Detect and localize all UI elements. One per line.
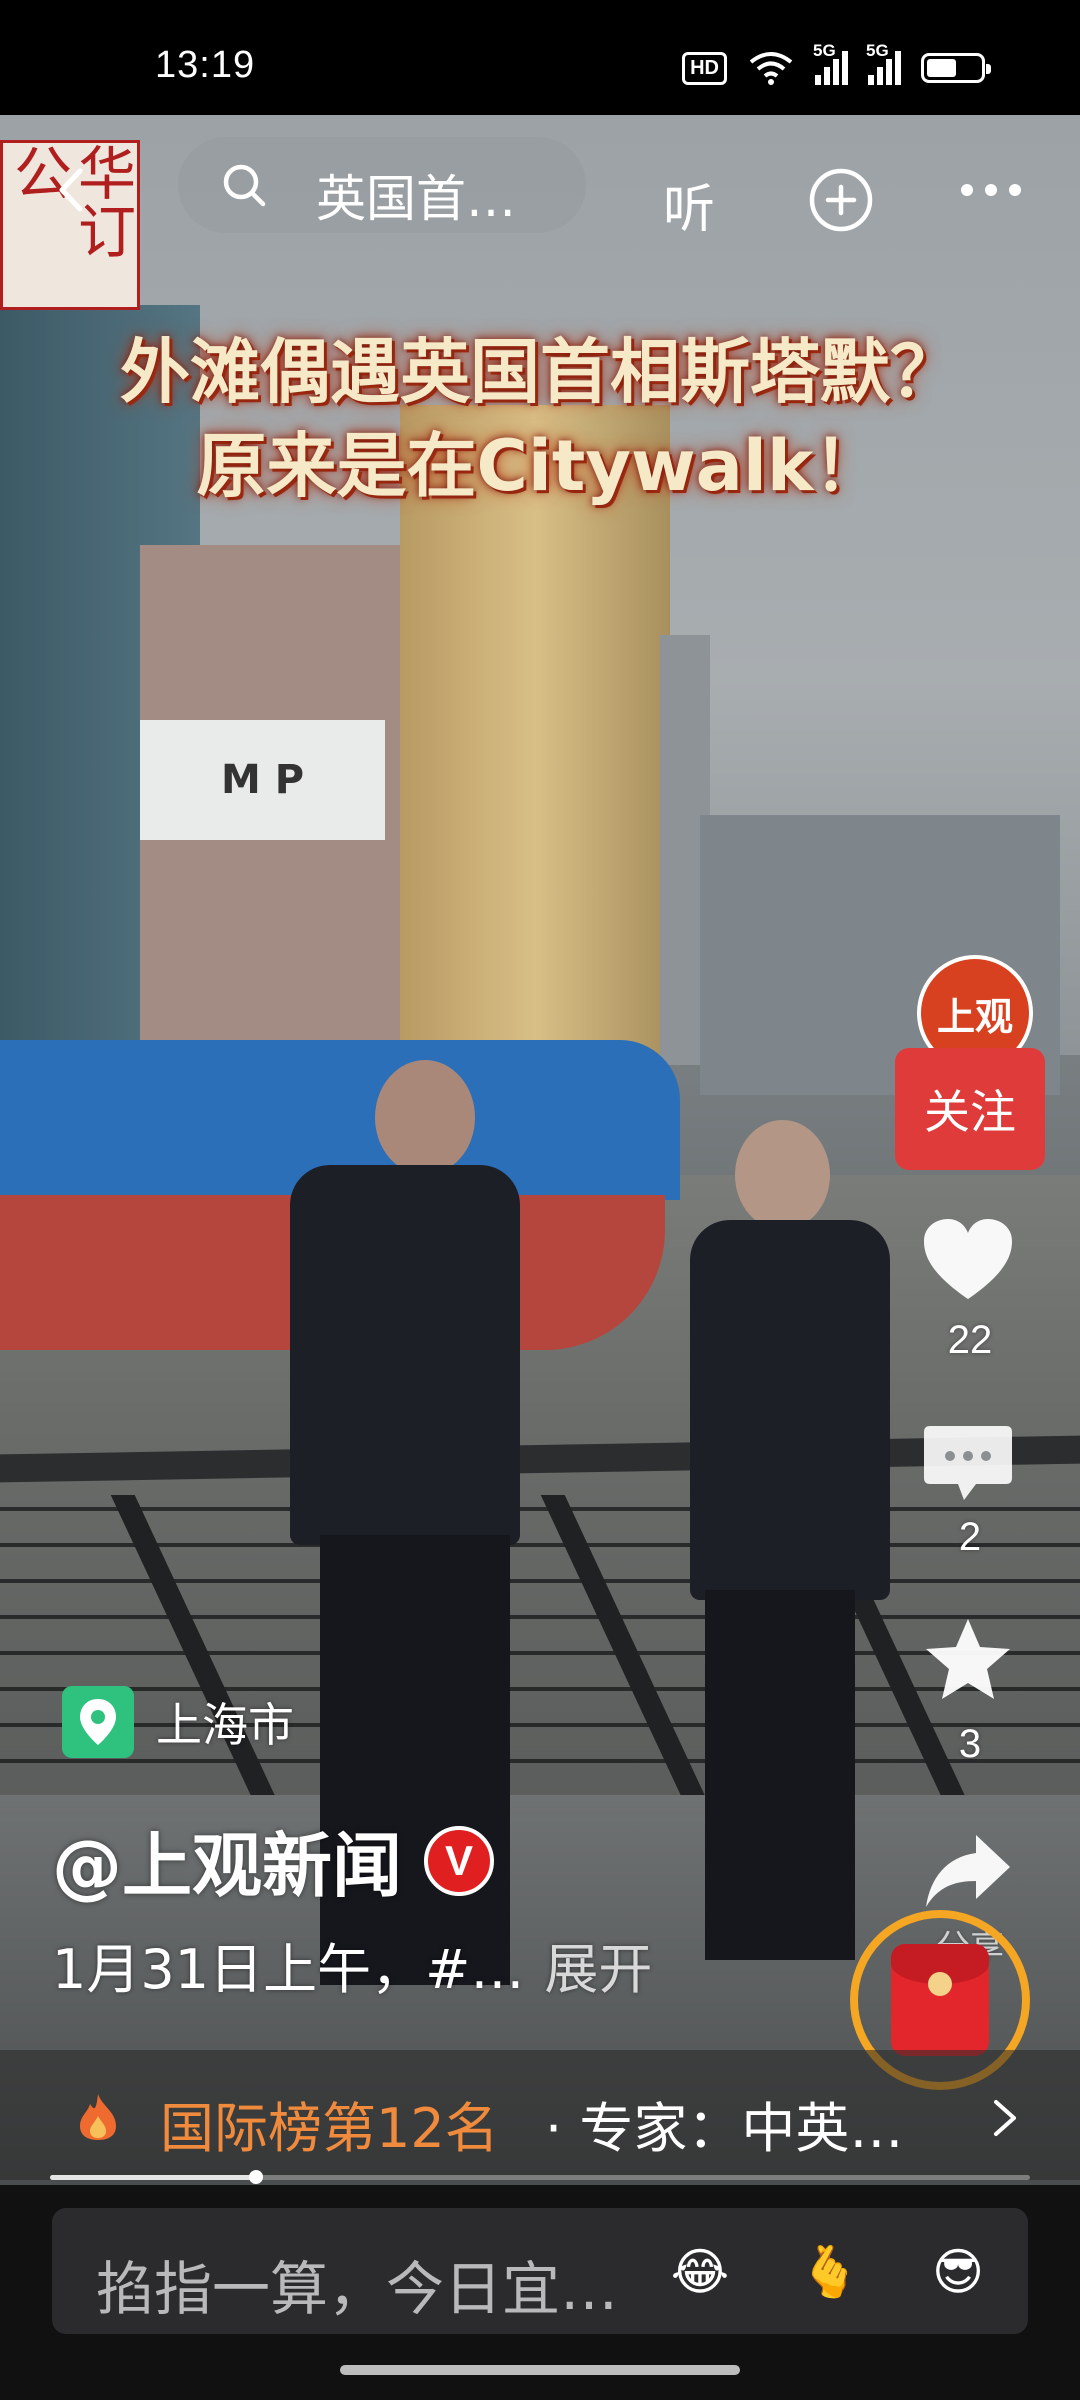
expand-button[interactable]: 展开 xyxy=(544,1938,652,2001)
location-pin-icon xyxy=(62,1686,134,1758)
person-right-legs xyxy=(705,1590,855,1960)
comment-count: 2 xyxy=(958,1515,982,1559)
status-time: 13:19 xyxy=(155,44,256,86)
chevron-right-icon xyxy=(994,2100,1016,2136)
fire-icon xyxy=(80,2094,116,2140)
person-left xyxy=(290,1165,520,1545)
top-bar: 英国首… 听 xyxy=(0,135,1080,240)
star-icon[interactable] xyxy=(920,1615,1016,1705)
emoji-sunglasses-icon[interactable]: 😎 xyxy=(922,2236,994,2308)
billboard: M P xyxy=(140,720,385,840)
person-head xyxy=(735,1120,830,1230)
comment-icon[interactable] xyxy=(920,1420,1016,1510)
battery-icon xyxy=(921,53,991,83)
cell-signal-icon: 5G xyxy=(813,41,848,85)
verified-badge-icon: V xyxy=(424,1825,494,1896)
like-count: 22 xyxy=(947,1318,993,1362)
video-title-line-2: 原来是在Citywalk！ xyxy=(196,425,884,507)
emoji-laugh-icon[interactable]: 😂 xyxy=(664,2236,736,2308)
more-icon[interactable] xyxy=(960,183,1022,197)
rank-related-topic: · 专家：中英… xyxy=(545,2097,904,2160)
video-progress-bar[interactable] xyxy=(50,2170,1030,2184)
listen-button[interactable]: 听 xyxy=(663,167,715,242)
favorite-count: 3 xyxy=(958,1722,982,1766)
comment-placeholder: 掐指一算，今日宜… xyxy=(96,2255,619,2323)
back-arrow-icon[interactable] xyxy=(48,165,98,215)
status-bar: 13:19 HD 5G 5G xyxy=(0,0,1080,115)
video-title-overlay: 外滩偶遇英国首相斯塔默？ 原来是在Citywalk！ xyxy=(0,325,1080,513)
location-text: 上海市 xyxy=(156,1698,294,1752)
emoji-heart-hand-icon[interactable]: 🫰 xyxy=(794,2236,866,2308)
search-icon xyxy=(223,164,266,207)
rank-label: 国际榜第12名 xyxy=(160,2097,499,2160)
home-indicator[interactable] xyxy=(340,2365,740,2375)
video-progress-fill xyxy=(50,2175,256,2180)
status-icons: HD 5G 5G xyxy=(682,41,991,86)
person-right xyxy=(690,1220,890,1600)
billboard-text: M P xyxy=(220,757,305,803)
location-tag[interactable]: 上海市 xyxy=(62,1686,294,1758)
video-title-line-1: 外滩偶遇英国首相斯塔默？ xyxy=(120,331,960,413)
author-row[interactable]: @上观新闻 V xyxy=(52,1810,494,1911)
cell-signal-icon-2: 5G xyxy=(866,41,901,85)
comment-input[interactable]: 掐指一算，今日宜… 😂 🫰 😎 xyxy=(52,2208,1028,2334)
caption-text: 1月31日上午，#… xyxy=(52,1938,525,2001)
share-icon[interactable] xyxy=(920,1825,1016,1915)
person-left-legs xyxy=(320,1535,510,1985)
search-bar[interactable]: 英国首… xyxy=(178,137,586,233)
person-head xyxy=(375,1060,475,1175)
follow-button[interactable]: 关注 xyxy=(895,1048,1045,1170)
author-name[interactable]: @上观新闻 xyxy=(52,1810,402,1911)
caption[interactable]: 1月31日上午，#… 展开 xyxy=(52,1925,652,2004)
red-envelope-icon xyxy=(891,1944,989,2056)
wifi-icon xyxy=(749,52,793,85)
hd-voice-icon: HD xyxy=(682,51,727,85)
search-text: 英国首… xyxy=(316,170,516,228)
ranking-banner[interactable]: 国际榜第12名 · 专家：中英… xyxy=(0,2050,1080,2180)
add-circle-icon[interactable] xyxy=(808,167,874,233)
video-progress-handle[interactable] xyxy=(248,2170,263,2184)
heart-icon[interactable] xyxy=(920,1215,1016,1305)
